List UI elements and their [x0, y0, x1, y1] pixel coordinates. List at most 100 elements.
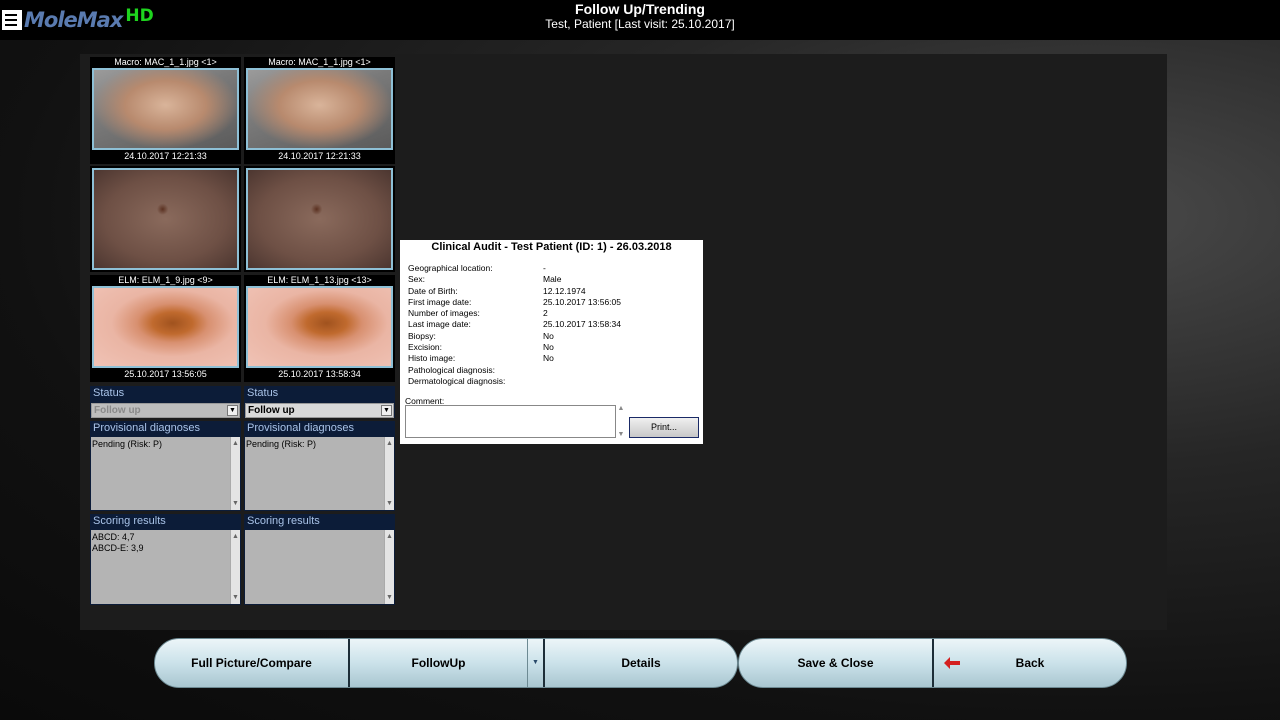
bottom-button-group-left: Full Picture/Compare FollowUp ▼ Details — [154, 638, 738, 688]
provisional-text: Pending (Risk: P) — [92, 439, 163, 449]
audit-row: Geographical location: - — [408, 263, 621, 274]
elm-image[interactable] — [92, 286, 239, 368]
provisional-scrollbar[interactable]: ▲ ▼ — [230, 437, 240, 510]
scroll-up-icon[interactable]: ▲ — [231, 531, 240, 542]
chevron-down-icon[interactable]: ▼ — [381, 405, 392, 416]
status-select[interactable]: Follow up ▼ — [245, 403, 394, 418]
skin-closeup-card-2[interactable] — [244, 166, 395, 272]
scoring-textbox[interactable]: ABCD: 4,7 ABCD-E: 3,9 ▲ ▼ — [91, 530, 240, 604]
provisional-scrollbar[interactable]: ▲ ▼ — [384, 437, 394, 510]
audit-key: Dermatological diagnosis: — [408, 375, 506, 386]
elm-image-card-1[interactable]: ELM: ELM_1_9.jpg <9> 25.10.2017 13:56:05 — [90, 275, 241, 382]
back-button[interactable]: Back — [934, 639, 1126, 687]
audit-row: Sex: Male — [408, 274, 621, 285]
status-select-value: Follow up — [94, 405, 141, 416]
macro-image[interactable] — [246, 68, 393, 150]
audit-value: 25.10.2017 13:58:34 — [543, 319, 621, 330]
audit-key: Sex: — [408, 274, 426, 285]
scoring-line: ABCD: 4,7 — [92, 532, 135, 542]
provisional-section-1: Provisional diagnoses Pending (Risk: P) … — [90, 421, 241, 511]
scoring-heading: Scoring results — [93, 515, 166, 527]
scroll-down-icon[interactable]: ▼ — [385, 498, 394, 509]
macro-image-date: 24.10.2017 12:21:33 — [124, 151, 207, 161]
elm-image[interactable] — [246, 286, 393, 368]
chevron-down-icon: ▼ — [227, 405, 238, 416]
skin-closeup-card-1[interactable] — [90, 166, 241, 272]
audit-key: Pathological diagnosis: — [408, 364, 495, 375]
audit-value: 25.10.2017 13:56:05 — [543, 296, 621, 307]
clinical-audit-dialog: Clinical Audit - Test Patient (ID: 1) - … — [400, 240, 703, 444]
audit-key: Excision: — [408, 342, 443, 353]
provisional-heading: Provisional diagnoses — [93, 422, 201, 434]
print-button[interactable]: Print... — [629, 417, 699, 438]
macro-image-label: Macro: MAC_1_1.jpg <1> — [114, 57, 217, 67]
comment-scrollbar[interactable]: ▲ ▼ — [616, 405, 626, 438]
provisional-section-2: Provisional diagnoses Pending (Risk: P) … — [244, 421, 395, 511]
followup-button[interactable]: FollowUp — [350, 639, 527, 687]
audit-row: Last image date: 25.10.2017 13:58:34 — [408, 319, 621, 330]
scroll-down-icon[interactable]: ▼ — [616, 431, 626, 438]
status-section-2: Status Follow up ▼ — [244, 386, 395, 418]
scroll-down-icon[interactable]: ▼ — [231, 498, 240, 509]
audit-row: Histo image: No — [408, 353, 621, 364]
scroll-down-icon[interactable]: ▼ — [231, 592, 240, 603]
scoring-line: ABCD-E: 3,9 — [92, 543, 144, 553]
scoring-scrollbar[interactable]: ▲ ▼ — [384, 530, 394, 604]
save-close-button[interactable]: Save & Close — [739, 639, 932, 687]
provisional-textbox[interactable]: Pending (Risk: P) ▲ ▼ — [91, 437, 240, 510]
back-arrow-icon — [944, 657, 960, 669]
audit-key: First image date: — [408, 296, 472, 307]
details-button[interactable]: Details — [545, 639, 737, 687]
scroll-up-icon[interactable]: ▲ — [385, 531, 394, 542]
skin-closeup-image[interactable] — [92, 168, 239, 270]
full-picture-compare-button[interactable]: Full Picture/Compare — [155, 639, 348, 687]
comment-textarea[interactable] — [405, 405, 616, 438]
audit-key: Date of Birth: — [408, 285, 458, 296]
audit-key: Number of images: — [408, 308, 480, 319]
scoring-textbox[interactable]: ▲ ▼ — [245, 530, 394, 604]
macro-image[interactable] — [92, 68, 239, 150]
audit-value: Male — [543, 274, 562, 285]
back-button-label: Back — [1015, 656, 1045, 670]
audit-value: No — [543, 342, 554, 353]
status-section-1: Status Follow up ▼ — [90, 386, 241, 418]
provisional-textbox[interactable]: Pending (Risk: P) ▲ ▼ — [245, 437, 394, 510]
audit-key: Geographical location: — [408, 263, 493, 273]
macro-image-card-1[interactable]: Macro: MAC_1_1.jpg <1> 24.10.2017 12:21:… — [90, 57, 241, 164]
elm-image-label: ELM: ELM_1_13.jpg <13> — [267, 275, 372, 285]
audit-row: Date of Birth: 12.12.1974 — [408, 286, 621, 297]
page-title: Follow Up/Trending — [575, 1, 705, 17]
status-heading: Status — [93, 387, 125, 399]
status-select: Follow up ▼ — [91, 403, 240, 418]
audit-row: Excision: No — [408, 342, 621, 353]
followup-dropdown-icon[interactable]: ▼ — [528, 639, 543, 687]
scoring-section-2: Scoring results ▲ ▼ — [244, 514, 395, 605]
audit-value: 2 — [543, 308, 548, 319]
elm-image-card-2[interactable]: ELM: ELM_1_13.jpg <13> 25.10.2017 13:58:… — [244, 275, 395, 382]
audit-row: Dermatological diagnosis: — [408, 376, 621, 387]
status-select-value: Follow up — [248, 405, 295, 416]
audit-row: Number of images: 2 — [408, 308, 621, 319]
audit-details: Geographical location: - Sex: Male Date of… — [408, 263, 621, 387]
patient-subtitle: Test, Patient [Last visit: 25.10.2017] — [545, 17, 735, 31]
audit-value: No — [543, 353, 554, 364]
status-heading: Status — [247, 387, 279, 399]
scroll-up-icon[interactable]: ▲ — [616, 405, 626, 412]
skin-closeup-image[interactable] — [246, 168, 393, 270]
scroll-up-icon[interactable]: ▲ — [385, 438, 394, 449]
provisional-heading: Provisional diagnoses — [247, 422, 355, 434]
scroll-up-icon[interactable]: ▲ — [231, 438, 240, 449]
scroll-down-icon[interactable]: ▼ — [385, 592, 394, 603]
audit-row: Biopsy: No — [408, 331, 621, 342]
scoring-scrollbar[interactable]: ▲ ▼ — [230, 530, 240, 604]
audit-key: Last image date: — [408, 319, 471, 330]
title-bar: MoleMax HD Follow Up/Trending Test, Pati… — [0, 0, 1280, 40]
audit-value: No — [543, 330, 554, 341]
elm-image-date: 25.10.2017 13:58:34 — [278, 369, 361, 379]
macro-image-card-2[interactable]: Macro: MAC_1_1.jpg <1> 24.10.2017 12:21:… — [244, 57, 395, 164]
audit-value: - — [543, 263, 546, 273]
macro-image-date: 24.10.2017 12:21:33 — [278, 151, 361, 161]
audit-row: First image date: 25.10.2017 13:56:05 — [408, 297, 621, 308]
audit-key: Histo image: — [408, 353, 456, 364]
audit-row: Pathological diagnosis: — [408, 365, 621, 376]
